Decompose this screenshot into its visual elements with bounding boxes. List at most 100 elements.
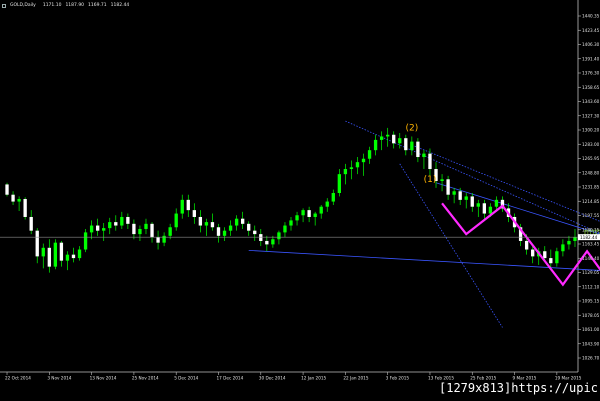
candle-body	[210, 222, 215, 228]
candle-body	[271, 239, 275, 245]
y-tick-label: 1129.05	[582, 270, 600, 275]
candle-body	[162, 235, 166, 243]
x-tick-label: 22 Jan 2015	[343, 376, 368, 381]
candle-body	[283, 225, 287, 233]
watermark-text: [1279x813]https://upic.me/	[439, 381, 600, 395]
candle-body	[458, 191, 462, 200]
candle-body	[440, 179, 444, 182]
candle-body	[325, 201, 329, 207]
x-tick-label: 30 Dec 2014	[259, 376, 286, 381]
candle-body	[494, 199, 499, 207]
low-value: 1169.71	[88, 3, 107, 8]
candle-body	[174, 213, 178, 228]
wave-label: (2)	[405, 123, 418, 133]
candle-body	[416, 141, 420, 158]
candle-body	[17, 198, 21, 202]
candle-body	[561, 244, 565, 252]
y-tick-label: 1026.70	[582, 356, 600, 361]
y-tick-label: 1423.45	[582, 28, 600, 33]
candle-body	[59, 242, 64, 261]
candle-body	[482, 203, 487, 214]
candle-body	[488, 206, 493, 214]
high-value: 1187.90	[65, 3, 85, 8]
candle	[53, 239, 58, 270]
candle-body	[464, 196, 468, 200]
y-tick-label: 1231.85	[582, 185, 600, 190]
y-tick-label: 1112.10	[582, 284, 600, 289]
candle-body	[373, 139, 378, 151]
candle-body	[331, 192, 335, 202]
candle	[23, 197, 27, 220]
candle-body	[404, 138, 408, 151]
x-tick-label: 3 Feb 2015	[386, 376, 410, 381]
candle-body	[216, 227, 221, 236]
candle-body	[247, 223, 251, 231]
candle-body	[192, 210, 196, 217]
candle-body	[77, 249, 82, 259]
candle-body	[204, 222, 209, 226]
x-tick-label: 13 Nov 2014	[90, 376, 117, 381]
candle-body	[35, 230, 39, 257]
y-tick-label: 1061.00	[582, 327, 600, 332]
y-tick-label: 1406.30	[582, 42, 600, 47]
x-tick-label: 3 Nov 2014	[47, 376, 71, 381]
candle-body	[343, 169, 348, 175]
candle-body	[150, 223, 154, 238]
x-tick-label: 22 Oct 2014	[5, 376, 31, 381]
candle-body	[567, 240, 571, 245]
candle-body	[337, 174, 341, 193]
candle-body	[428, 153, 432, 170]
candle-body	[265, 240, 269, 245]
candle-body	[549, 258, 553, 264]
chart-header: GOLD,Daily 1171.10 1187.90 1169.71 1182.…	[2, 3, 129, 8]
candle-body	[144, 223, 148, 229]
y-tick-label: 1440.35	[582, 14, 600, 19]
candle	[83, 228, 88, 253]
candle-body	[422, 153, 426, 158]
x-tick-label: 19 Mar 2015	[555, 376, 582, 381]
x-tick-label: 9 Mar 2015	[513, 376, 537, 381]
price-chart[interactable]: 1174.441182.44 1440.351423.451406.301391…	[0, 0, 600, 401]
open-value: 1171.10	[42, 3, 62, 8]
candle-body	[573, 237, 577, 241]
y-tick-label: 1265.95	[582, 156, 600, 161]
candle-body	[355, 162, 360, 168]
candle-body	[114, 222, 118, 226]
candle-body	[41, 247, 45, 257]
candle-body	[65, 254, 70, 261]
candle-body	[307, 210, 311, 217]
candle-body	[108, 222, 112, 229]
candle-body	[349, 167, 354, 170]
candle-body	[241, 218, 245, 224]
candle-body	[228, 225, 233, 231]
candle-body	[126, 216, 130, 224]
candle-body	[446, 179, 450, 195]
candle-body	[23, 198, 27, 217]
candle-body	[186, 199, 190, 211]
candle-body	[156, 237, 160, 243]
wave-label: (1)	[424, 175, 437, 185]
y-tick-label: 1078.05	[582, 313, 600, 318]
current-price-tag: 1182.44	[578, 234, 600, 241]
candle-body	[89, 225, 94, 233]
y-tick-label: 1391.40	[582, 56, 600, 61]
y-tick-label: 1163.45	[582, 242, 600, 247]
y-tick-label: 1283.00	[582, 142, 600, 147]
candle-body	[222, 230, 227, 236]
candle-body	[168, 227, 172, 236]
y-tick-label: 1358.65	[582, 85, 600, 90]
candle-body	[531, 249, 535, 257]
candle-body	[452, 191, 456, 195]
candle-body	[470, 196, 474, 207]
candle-body	[398, 138, 402, 144]
candle	[5, 182, 9, 197]
x-tick-label: 25 Feb 2015	[470, 376, 496, 381]
candle-body	[5, 184, 9, 195]
candle-body	[386, 134, 390, 137]
candle-body	[379, 136, 384, 140]
candle-body	[295, 215, 299, 221]
candle-body	[277, 232, 281, 240]
y-tick-label: 1095.15	[582, 299, 600, 304]
candle-body	[319, 206, 323, 214]
candle-body	[11, 194, 15, 202]
